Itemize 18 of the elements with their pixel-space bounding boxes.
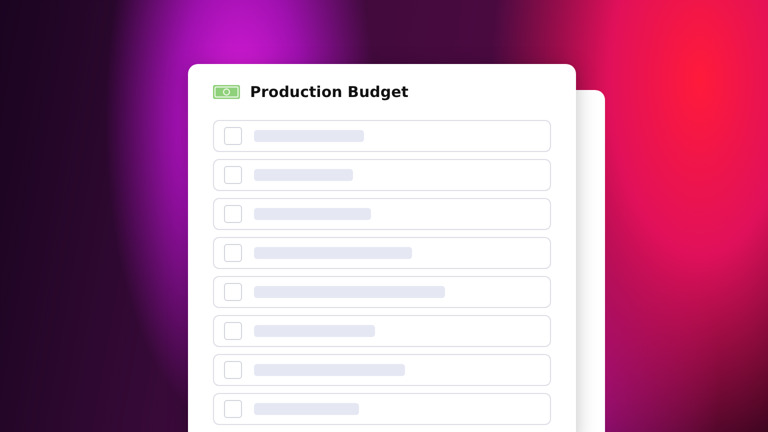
checklist-row[interactable] [213,120,551,152]
checkbox[interactable] [224,283,242,301]
card-title: Production Budget [250,83,408,101]
checkbox[interactable] [224,166,242,184]
checklist-row[interactable] [213,237,551,269]
checklist-row[interactable] [213,159,551,191]
checkbox[interactable] [224,205,242,223]
checklist-row[interactable] [213,276,551,308]
checkbox[interactable] [224,244,242,262]
checklist-row[interactable] [213,198,551,230]
checkbox[interactable] [224,361,242,379]
checklist-row[interactable] [213,354,551,386]
checkbox[interactable] [224,127,242,145]
checklist-row[interactable] [213,393,551,425]
checkbox[interactable] [224,400,242,418]
checkbox[interactable] [224,322,242,340]
checklist-row[interactable] [213,315,551,347]
banknote-icon [213,85,240,99]
